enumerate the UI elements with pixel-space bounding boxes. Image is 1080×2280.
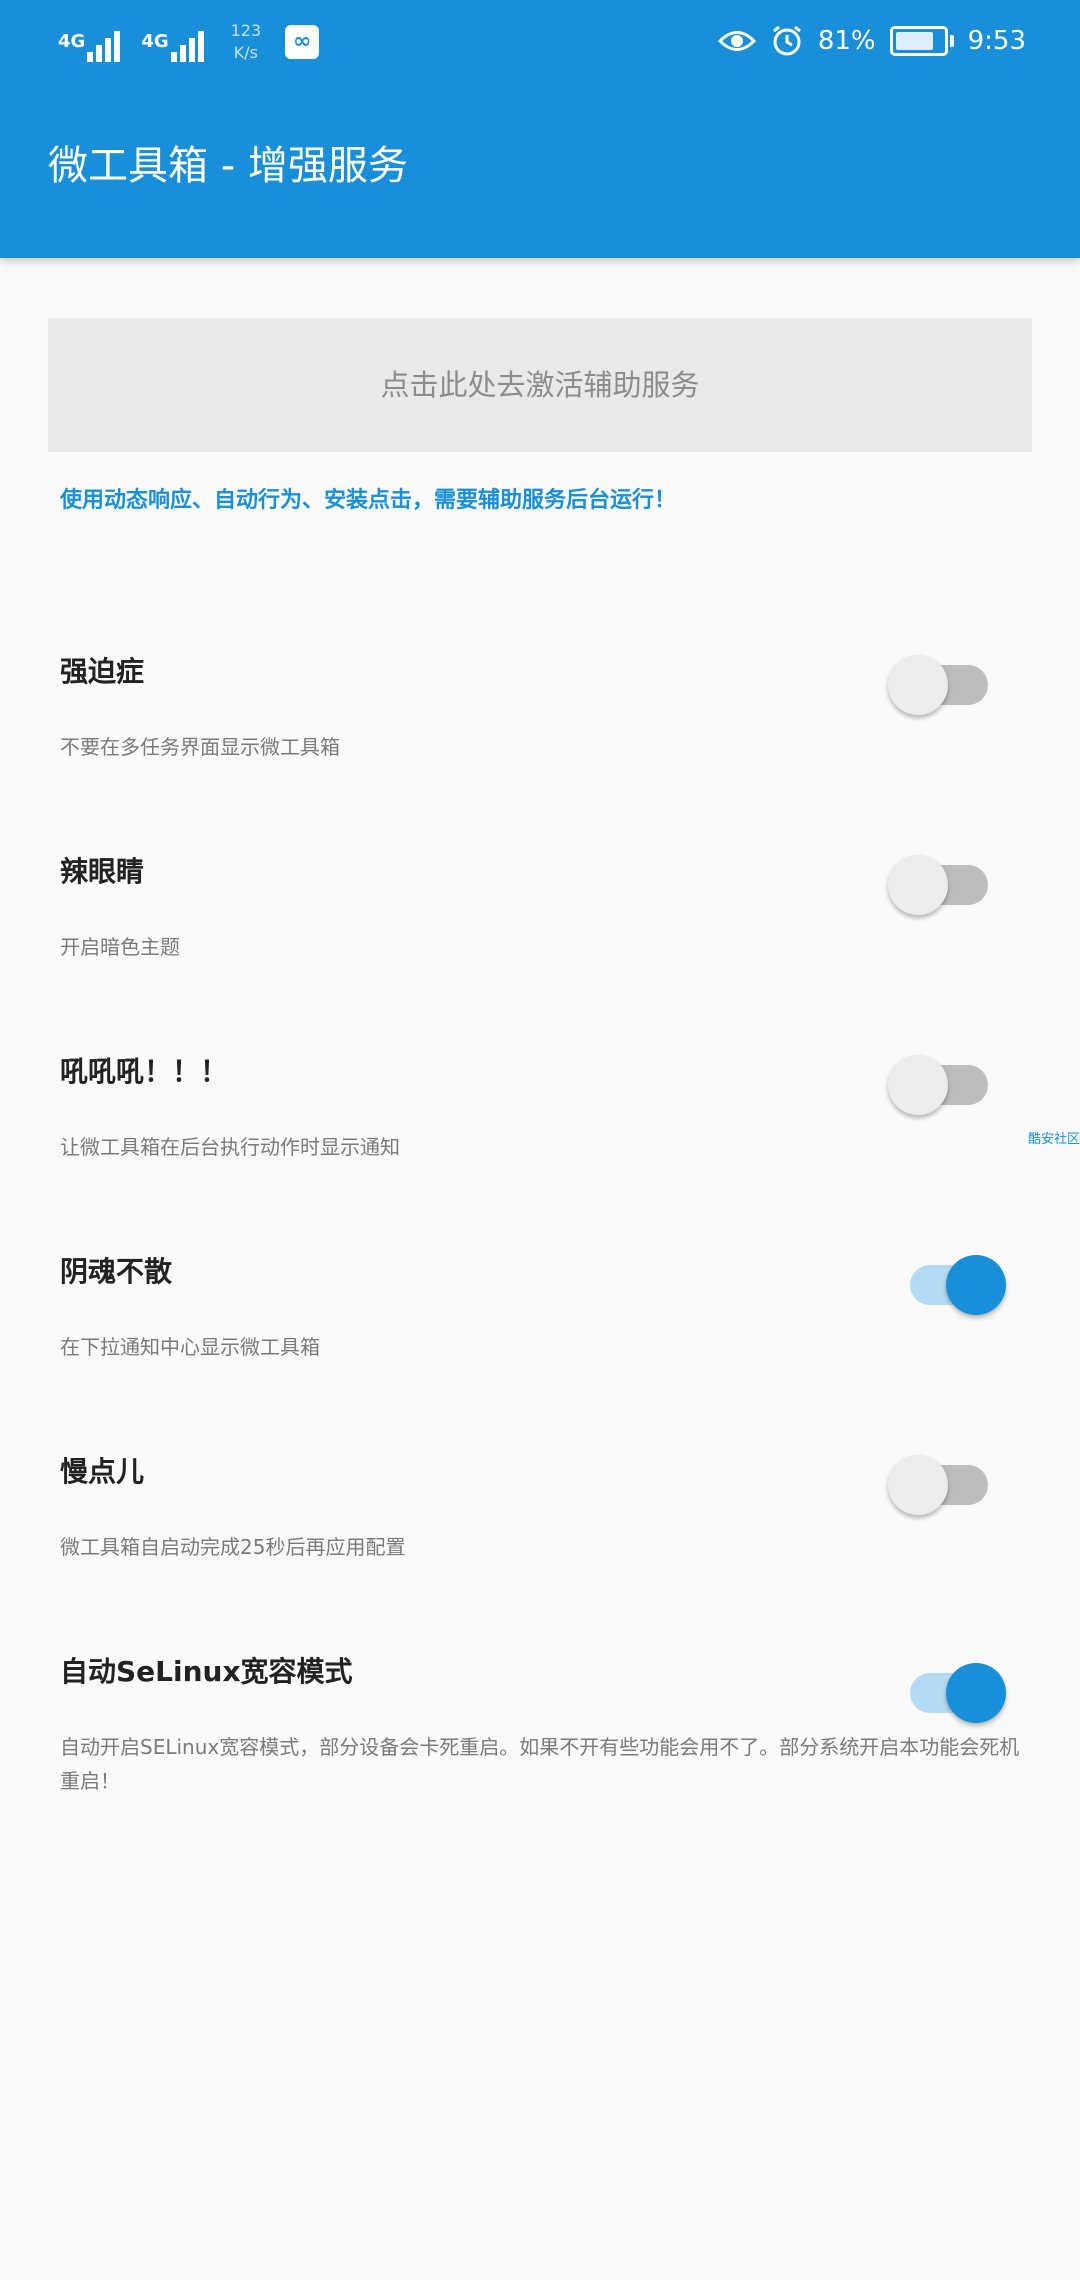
status-right: 81% 9:53	[717, 24, 1026, 58]
pref-summary: 开启暗色主题	[60, 935, 180, 959]
toggle-switch[interactable]	[888, 1444, 1008, 1515]
app-header: 4G 4G 123 K/s ∞ 81% 9:53 微工具箱 - 增强服务	[0, 0, 1080, 258]
toggle-switch[interactable]	[888, 644, 1008, 715]
battery-icon	[889, 26, 954, 56]
pref-summary: 微工具箱自启动完成25秒后再应用配置	[60, 1535, 406, 1559]
alarm-icon	[770, 24, 804, 58]
network-speed: 123 K/s	[231, 20, 262, 64]
pref-title: 自动SeLinux宽容模式	[60, 1655, 353, 1688]
pref-summary: 在下拉通知中心显示微工具箱	[60, 1335, 320, 1359]
pref-row-persistent[interactable]: 阴魂不散 在下拉通知中心显示微工具箱	[0, 1240, 1080, 1380]
pref-title: 辣眼睛	[60, 855, 145, 888]
pref-title: 强迫症	[60, 655, 145, 688]
speed-value: 123	[230, 21, 262, 40]
pref-summary: 让微工具箱在后台执行动作时显示通知	[60, 1135, 400, 1159]
status-bar: 4G 4G 123 K/s ∞ 81% 9:53	[0, 0, 1080, 92]
pref-row-notification[interactable]: 吼吼吼！！！ 让微工具箱在后台执行动作时显示通知	[0, 1040, 1080, 1180]
toggle-switch[interactable]	[888, 1244, 1008, 1315]
signal-icon	[87, 22, 123, 62]
battery-percent: 81%	[817, 26, 876, 56]
pref-row-selinux[interactable]: 自动SeLinux宽容模式 自动开启SELinux宽容模式，部分设备会卡死重启。…	[0, 1640, 1080, 1820]
pref-row-ocd[interactable]: 强迫症 不要在多任务界面显示微工具箱	[0, 640, 1080, 780]
switch-thumb	[888, 1455, 948, 1515]
switch-thumb	[946, 1255, 1006, 1315]
switch-thumb	[888, 855, 948, 915]
network-type-2: 4G	[141, 31, 169, 52]
toggle-switch[interactable]	[888, 1652, 1008, 1723]
switch-thumb	[888, 655, 948, 715]
signal-icon-2	[170, 22, 207, 62]
toggle-switch[interactable]	[888, 1044, 1008, 1115]
pref-summary: 自动开启SELinux宽容模式，部分设备会卡死重启。如果不开有些功能会用不了。部…	[60, 1735, 1020, 1793]
switch-thumb	[946, 1663, 1006, 1723]
eye-icon	[717, 26, 756, 56]
pref-row-delay[interactable]: 慢点儿 微工具箱自启动完成25秒后再应用配置	[0, 1440, 1080, 1580]
pref-summary: 不要在多任务界面显示微工具箱	[60, 735, 340, 759]
status-left: 4G 4G 123 K/s ∞	[58, 20, 320, 64]
switch-thumb	[888, 1055, 948, 1115]
accessibility-hint: 使用动态响应、自动行为、安装点击，需要辅助服务后台运行！	[60, 488, 677, 513]
toggle-switch[interactable]	[888, 844, 1008, 915]
activate-accessibility-button[interactable]: 点击此处去激活辅助服务	[48, 318, 1032, 452]
speed-unit: K/s	[233, 43, 258, 62]
app-icon: ∞	[285, 25, 320, 59]
network-type-1: 4G	[58, 31, 86, 52]
pref-title: 阴魂不散	[60, 1255, 173, 1288]
page-title: 微工具箱 - 增强服务	[48, 143, 408, 189]
pref-title: 吼吼吼！！！	[60, 1055, 229, 1088]
pref-row-dark-theme[interactable]: 辣眼睛 开启暗色主题	[0, 840, 1080, 980]
pref-title: 慢点儿	[60, 1455, 145, 1488]
clock: 9:53	[967, 26, 1026, 56]
